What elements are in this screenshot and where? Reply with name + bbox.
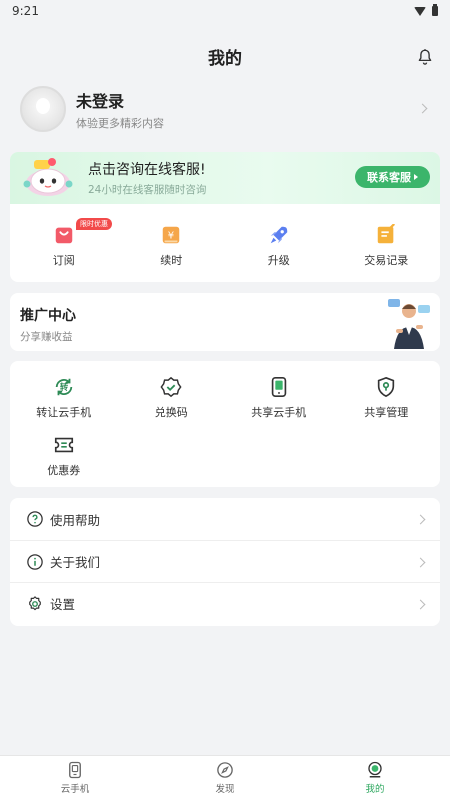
coupon-button[interactable]: 优惠券 xyxy=(10,434,118,478)
help-icon xyxy=(27,511,43,527)
subscribe-label: 订阅 xyxy=(52,254,75,267)
transfer-phone-label: 转让云手机 xyxy=(36,406,92,419)
page-title: 我的 xyxy=(208,48,242,69)
transaction-record-button[interactable]: 交易记录 xyxy=(333,224,441,268)
transfer-icon: 转 xyxy=(55,378,72,396)
info-icon xyxy=(27,553,43,570)
renew-time-icon: ¥ xyxy=(163,226,180,244)
promotion-title: 推广中心 xyxy=(20,308,76,324)
nav-label: 我的 xyxy=(365,784,385,795)
menu-item-help[interactable]: 使用帮助 xyxy=(10,498,440,540)
renew-button[interactable]: ¥ 续时 xyxy=(118,224,226,268)
svg-text:转: 转 xyxy=(60,382,69,392)
status-bar: 9:21 xyxy=(0,0,450,22)
redeem-code-icon xyxy=(160,376,182,398)
nav-tab-discover[interactable]: 发现 xyxy=(150,756,300,800)
transfer-phone-button[interactable]: 转 转让云手机 xyxy=(10,376,118,420)
profile-icon xyxy=(368,761,382,778)
battery-icon xyxy=(432,4,438,16)
customer-service-mascot-icon xyxy=(23,158,73,196)
menu-item-settings-label: 设置 xyxy=(50,597,76,612)
upgrade-label: 升级 xyxy=(267,254,290,267)
share-phone-button[interactable]: 共享云手机 xyxy=(225,376,333,420)
menu-item-about[interactable]: 关于我们 xyxy=(10,540,440,582)
profile-row[interactable]: 未登录 体验更多精彩内容 xyxy=(20,84,432,134)
service-title: 点击咨询在线客服! xyxy=(88,162,206,178)
avatar[interactable] xyxy=(20,86,66,132)
wifi-icon xyxy=(414,6,426,16)
status-time: 9:21 xyxy=(12,4,39,18)
presenter-illustration-icon xyxy=(388,299,430,349)
profile-name: 未登录 xyxy=(76,91,125,111)
upgrade-button[interactable]: 升级 xyxy=(225,224,333,268)
chevron-right-icon xyxy=(415,599,426,610)
share-phone-icon xyxy=(271,377,286,397)
svg-text:¥: ¥ xyxy=(168,231,174,242)
bell-icon[interactable] xyxy=(416,48,434,66)
promotion-subtitle: 分享赚收益 xyxy=(20,331,73,343)
chevron-right-icon xyxy=(415,557,426,568)
service-card: 点击咨询在线客服! 24小时在线客服随时咨询 联系客服 限时优惠 订阅 ¥ 续时 xyxy=(10,152,440,282)
coupon-icon xyxy=(54,437,73,453)
header: 我的 xyxy=(0,40,450,72)
nav-label: 云手机 xyxy=(60,784,90,795)
subscribe-button[interactable]: 限时优惠 订阅 xyxy=(10,218,118,268)
redeem-code-button[interactable]: 兑换码 xyxy=(118,376,226,420)
bottom-navigation: 云手机 发现 我的 xyxy=(0,755,450,800)
settings-gear-icon xyxy=(29,595,41,610)
profile-subtitle: 体验更多精彩内容 xyxy=(76,116,164,130)
nav-tab-mine[interactable]: 我的 xyxy=(300,756,450,800)
subscribe-bag-icon xyxy=(55,227,72,244)
contact-service-button[interactable]: 联系客服 xyxy=(355,166,430,188)
arrow-right-icon xyxy=(414,174,418,180)
service-subtitle: 24小时在线客服随时咨询 xyxy=(88,184,207,196)
menu-item-help-label: 使用帮助 xyxy=(50,512,101,528)
chevron-right-icon xyxy=(417,103,428,114)
nav-tab-cloud-phone[interactable]: 云手机 xyxy=(0,756,150,800)
share-manage-button[interactable]: 共享管理 xyxy=(333,376,441,420)
redeem-code-label: 兑换码 xyxy=(154,406,188,419)
share-phone-label: 共享云手机 xyxy=(251,406,307,419)
coupon-label: 优惠券 xyxy=(47,464,81,477)
promotion-center-card[interactable]: 推广中心 分享赚收益 xyxy=(10,293,440,351)
compass-icon xyxy=(217,762,233,778)
share-manage-label: 共享管理 xyxy=(364,406,409,419)
transaction-record-label: 交易记录 xyxy=(364,254,409,267)
nav-label: 发现 xyxy=(215,784,235,795)
menu-item-about-label: 关于我们 xyxy=(50,555,101,570)
transaction-record-icon xyxy=(378,224,396,244)
share-manage-icon xyxy=(378,376,395,398)
chevron-right-icon xyxy=(415,514,426,525)
settings-menu: 使用帮助 关于我们 设置 xyxy=(10,498,440,626)
customer-service-banner[interactable]: 点击咨询在线客服! 24小时在线客服随时咨询 联系客服 xyxy=(10,152,440,204)
rocket-upgrade-icon xyxy=(270,226,287,244)
promo-badge: 限时优惠 xyxy=(76,218,112,230)
tools-card: 转 转让云手机 兑换码 共享云手机 共享管理 优惠券 xyxy=(10,361,440,487)
renew-label: 续时 xyxy=(160,254,183,267)
cloud-phone-icon xyxy=(69,761,81,779)
menu-item-settings[interactable]: 设置 xyxy=(10,582,440,624)
